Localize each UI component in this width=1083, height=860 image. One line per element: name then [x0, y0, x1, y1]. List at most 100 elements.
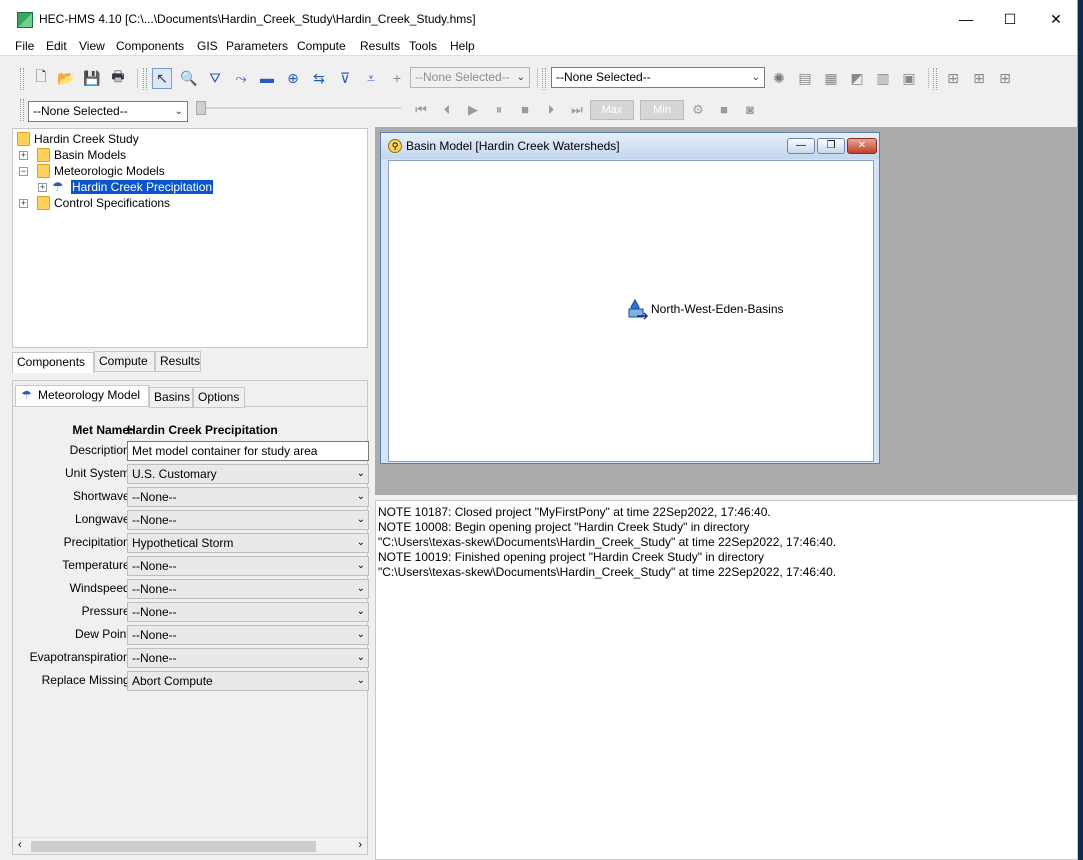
subbasin-tool-icon[interactable]: ⛛ [206, 69, 224, 87]
basin-element-label[interactable]: North-West-Eden-Basins [651, 302, 784, 316]
diversion-tool-icon[interactable]: ⇆ [310, 69, 328, 87]
camera-icon[interactable]: ◙ [741, 101, 759, 119]
tab-compute[interactable]: Compute [94, 351, 155, 372]
shortwave-select[interactable]: --None-- ⌄ [127, 487, 369, 507]
tab-results[interactable]: Results [155, 351, 201, 372]
menu-edit[interactable]: Edit [46, 39, 67, 53]
precipitation-label: Precipitation: [63, 535, 133, 549]
tree-control-specs[interactable]: Control Specifications [54, 195, 170, 211]
close-button[interactable]: ✕ [1036, 6, 1076, 32]
menu-compute[interactable]: Compute [297, 39, 346, 53]
global-summary-icon[interactable]: ▤ [796, 69, 814, 87]
menu-tools[interactable]: Tools [409, 39, 437, 53]
stop-icon[interactable]: ■ [516, 101, 534, 119]
minimize-button[interactable]: — [946, 6, 986, 32]
reservoir-tool-icon[interactable]: ▬ [258, 69, 276, 87]
save-icon[interactable]: 💾 [83, 69, 101, 87]
inner-minimize-button[interactable]: — [787, 138, 815, 154]
tab-options[interactable]: Options [193, 387, 245, 408]
menu-help[interactable]: Help [450, 39, 475, 53]
tab-basins[interactable]: Basins [149, 387, 193, 408]
toolbar-grip-5[interactable] [20, 99, 24, 121]
element-results-icon[interactable]: ▦ [822, 69, 840, 87]
longwave-select[interactable]: --None-- ⌄ [127, 510, 369, 530]
tree-root[interactable]: Hardin Creek Study [34, 131, 139, 147]
replace-missing-label: Replace Missing: [41, 673, 133, 687]
table-icon[interactable]: ▥ [874, 69, 892, 87]
zoom-icon[interactable]: 🔍 [180, 69, 198, 87]
expand-icon[interactable]: + [19, 199, 28, 208]
windspeed-label: Windspeed: [69, 581, 133, 595]
video-camera-icon[interactable]: ■ [715, 101, 733, 119]
animation-selector[interactable]: --None Selected-- ⌄ [28, 101, 188, 122]
open-folder-icon[interactable]: 📂 [57, 69, 75, 87]
fast-forward-icon[interactable]: ⏭ [568, 101, 586, 119]
menu-view[interactable]: View [79, 39, 105, 53]
unit-system-select[interactable]: U.S. Customary ⌄ [127, 464, 369, 484]
temperature-select[interactable]: --None-- ⌄ [127, 556, 369, 576]
play-icon[interactable]: ▶ [464, 101, 482, 119]
dew-point-select[interactable]: --None-- ⌄ [127, 625, 369, 645]
toolbar-grip[interactable] [20, 68, 24, 90]
tab-meteorology-model[interactable]: ☂ Meteorology Model [15, 385, 149, 406]
grid-map-icon-3[interactable]: ⊞ [996, 69, 1014, 87]
tree-met-models[interactable]: Meteorologic Models [54, 163, 165, 179]
inner-restore-button[interactable]: ❐ [817, 138, 845, 154]
settings-gear-icon[interactable]: ⚙ [689, 101, 707, 119]
toolbar-grip-3[interactable] [542, 68, 546, 90]
scroll-left-icon[interactable]: ‹ [18, 839, 22, 851]
menu-results[interactable]: Results [360, 39, 400, 53]
max-button[interactable]: Max [590, 100, 634, 120]
basin-window-titlebar[interactable]: ⚲ Basin Model [Hardin Creek Watersheds] … [381, 133, 879, 159]
menu-file[interactable]: File [15, 39, 34, 53]
precipitation-select[interactable]: Hypothetical Storm ⌄ [127, 533, 369, 553]
new-file-icon[interactable]: 🗋 [32, 68, 50, 87]
windspeed-select[interactable]: --None-- ⌄ [127, 579, 369, 599]
tree-basin-models[interactable]: Basin Models [54, 147, 126, 163]
pause-icon[interactable]: ⏸ [490, 101, 508, 119]
summary-table-icon[interactable]: ▣ [900, 69, 918, 87]
rewind-icon[interactable]: ⏮ [412, 101, 430, 119]
grid-map-icon-1[interactable]: ⊞ [944, 69, 962, 87]
reach-tool-icon[interactable]: ⤳ [232, 69, 250, 87]
grid-map-icon-2[interactable]: ⊞ [970, 69, 988, 87]
evapotranspiration-label: Evapotranspiration: [29, 650, 133, 664]
graph-icon[interactable]: ◩ [848, 69, 866, 87]
scroll-right-icon[interactable]: › [358, 839, 362, 851]
step-forward-icon[interactable]: ⏵ [542, 101, 560, 119]
tab-components[interactable]: Components [12, 352, 94, 373]
maximize-button[interactable]: ☐ [990, 6, 1030, 32]
time-slider-handle[interactable] [196, 101, 206, 115]
inner-close-button[interactable]: ✕ [847, 138, 877, 154]
sink-tool-icon[interactable]: ⩡ [362, 69, 380, 87]
toolbar-grip-2[interactable] [143, 68, 147, 90]
time-slider-track[interactable] [206, 107, 401, 109]
description-field[interactable]: Met model container for study area [127, 441, 369, 461]
basin-element-icon[interactable] [627, 299, 649, 321]
compute-all-icon[interactable]: ✺ [770, 69, 788, 87]
menu-gis[interactable]: GIS [197, 39, 218, 53]
source-tool-icon[interactable]: ⊽ [336, 69, 354, 87]
crosshair-icon[interactable]: + [388, 69, 406, 87]
step-back-icon[interactable]: ⏴ [438, 101, 456, 119]
evapotranspiration-select[interactable]: --None-- ⌄ [127, 648, 369, 668]
junction-tool-icon[interactable]: ⊕ [284, 69, 302, 87]
pressure-select[interactable]: --None-- ⌄ [127, 602, 369, 622]
replace-missing-select[interactable]: Abort Compute ⌄ [127, 671, 369, 691]
run-selector[interactable]: --None Selected-- ⌄ [551, 67, 765, 88]
log-line: NOTE 10019: Finished opening project "Ha… [378, 550, 765, 564]
min-button[interactable]: Min [640, 100, 684, 120]
horizontal-scrollbar[interactable]: ‹ › [13, 837, 367, 854]
watershed-explorer-tree: Hardin Creek Study + Basin Models − Mete… [12, 128, 368, 348]
expand-icon[interactable]: + [38, 183, 47, 192]
collapse-icon[interactable]: − [19, 167, 28, 176]
menu-components[interactable]: Components [116, 39, 184, 53]
tree-met-model-item[interactable]: Hardin Creek Precipitation [69, 179, 215, 195]
basin-map-canvas[interactable]: North-West-Eden-Basins [388, 160, 874, 462]
scroll-thumb[interactable] [31, 841, 316, 852]
arrow-tool-icon[interactable]: ↖ [152, 68, 172, 89]
menu-parameters[interactable]: Parameters [226, 39, 288, 53]
expand-icon[interactable]: + [19, 151, 28, 160]
print-icon[interactable]: 🖶 [109, 68, 127, 87]
toolbar-grip-4[interactable] [933, 68, 937, 90]
